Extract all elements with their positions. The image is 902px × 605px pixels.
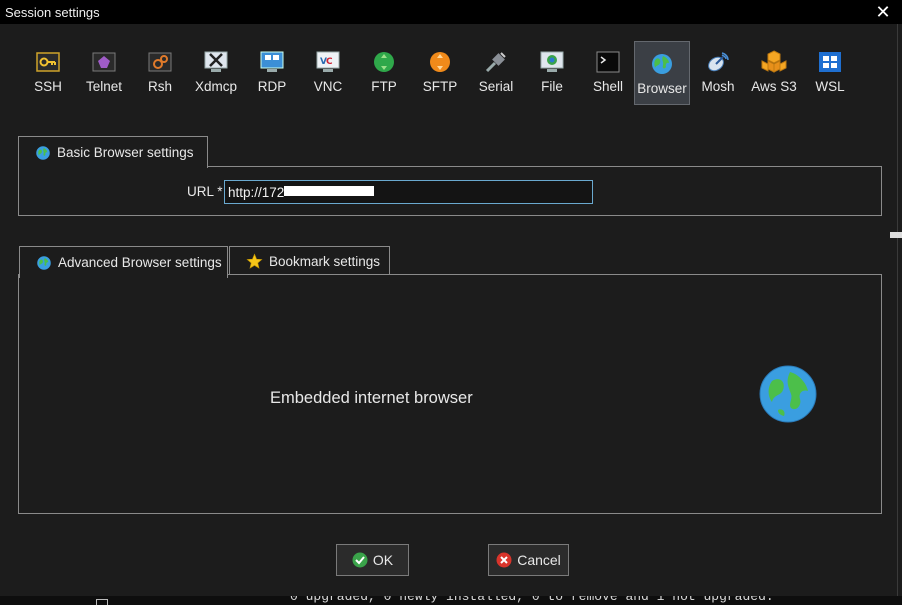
file-icon <box>540 51 564 72</box>
session-settings-dialog: SSH Telnet Rsh Xdmcp RDP VC VNC FTP SFTP <box>0 24 898 596</box>
session-type-file[interactable]: File <box>524 41 580 105</box>
session-type-label: Aws S3 <box>751 79 797 94</box>
session-type-label: Browser <box>637 81 687 96</box>
mosh-icon <box>708 52 729 72</box>
telnet-icon <box>92 52 116 72</box>
session-type-ssh[interactable]: SSH <box>20 41 76 105</box>
session-type-label: Xdmcp <box>194 79 238 94</box>
tab-label: Basic Browser settings <box>57 145 194 160</box>
redacted-url-part <box>284 186 374 196</box>
tab-label: Bookmark settings <box>269 254 381 269</box>
globe-icon <box>759 365 817 423</box>
ok-button-label: OK <box>372 552 394 568</box>
session-type-xdmcp[interactable]: Xdmcp <box>188 41 244 105</box>
cancel-button-label: Cancel <box>517 552 561 568</box>
session-type-wsl[interactable]: WSL <box>802 41 858 105</box>
session-type-vnc[interactable]: VC VNC <box>300 41 356 105</box>
session-type-label: File <box>541 79 563 94</box>
session-type-label: Telnet <box>85 79 123 94</box>
tab-bookmark-settings[interactable]: Bookmark settings <box>229 246 390 276</box>
shell-icon <box>596 51 620 73</box>
session-type-mosh[interactable]: Mosh <box>690 41 746 105</box>
wsl-icon <box>819 52 841 72</box>
session-type-label: VNC <box>313 79 343 94</box>
session-type-sftp[interactable]: SFTP <box>412 41 468 105</box>
ssh-key-icon <box>36 52 60 72</box>
session-type-rdp[interactable]: RDP <box>244 41 300 105</box>
session-type-label: Shell <box>592 79 624 94</box>
svg-text:C: C <box>326 57 333 67</box>
background-checkbox <box>96 599 108 605</box>
ok-button[interactable]: OK <box>336 544 409 576</box>
tab-label: Advanced Browser settings <box>58 255 222 270</box>
xdmcp-icon <box>204 51 228 72</box>
session-type-label: WSL <box>815 79 845 94</box>
session-type-label: FTP <box>371 79 397 94</box>
serial-icon <box>485 52 506 73</box>
sftp-icon <box>430 52 450 72</box>
rsh-icon <box>148 52 172 72</box>
globe-icon <box>652 54 672 74</box>
url-input[interactable] <box>224 180 593 204</box>
session-type-shell[interactable]: Shell <box>580 41 636 105</box>
globe-icon <box>36 145 50 160</box>
background-window-edge <box>890 232 902 238</box>
background-terminal: 0 upgraded, 0 newly installed, 0 to remo… <box>0 596 902 605</box>
session-type-browser[interactable]: Browser <box>634 41 690 105</box>
ftp-icon <box>374 52 394 72</box>
session-type-label: Rsh <box>147 79 172 94</box>
cancel-button[interactable]: Cancel <box>488 544 569 576</box>
session-type-label: Serial <box>478 79 514 94</box>
session-type-aws-s3[interactable]: Aws S3 <box>746 41 802 105</box>
title-bar: Session settings ✕ <box>0 0 902 24</box>
session-type-serial[interactable]: Serial <box>468 41 524 105</box>
vnc-icon: VC <box>316 51 340 72</box>
tab-advanced-browser-settings[interactable]: Advanced Browser settings <box>19 246 228 278</box>
session-type-telnet[interactable]: Telnet <box>76 41 132 105</box>
session-type-label: SFTP <box>422 79 458 94</box>
aws-s3-icon <box>761 50 787 73</box>
url-label: URL * <box>187 184 223 199</box>
session-type-label: Mosh <box>701 79 735 94</box>
session-type-rsh[interactable]: Rsh <box>132 41 188 105</box>
window-title: Session settings <box>5 5 100 20</box>
close-icon[interactable]: ✕ <box>870 0 896 24</box>
globe-icon <box>37 255 51 270</box>
cancel-icon <box>496 552 512 568</box>
embedded-browser-text: Embedded internet browser <box>270 389 473 407</box>
session-type-label: SSH <box>34 79 62 94</box>
tab-basic-browser-settings[interactable]: Basic Browser settings <box>18 136 208 168</box>
background-terminal-text: 0 upgraded, 0 newly installed, 0 to remo… <box>290 596 774 604</box>
session-type-label: RDP <box>257 79 287 94</box>
rdp-icon <box>260 51 284 72</box>
check-icon <box>352 552 368 568</box>
star-icon <box>246 253 263 269</box>
session-type-ftp[interactable]: FTP <box>356 41 412 105</box>
